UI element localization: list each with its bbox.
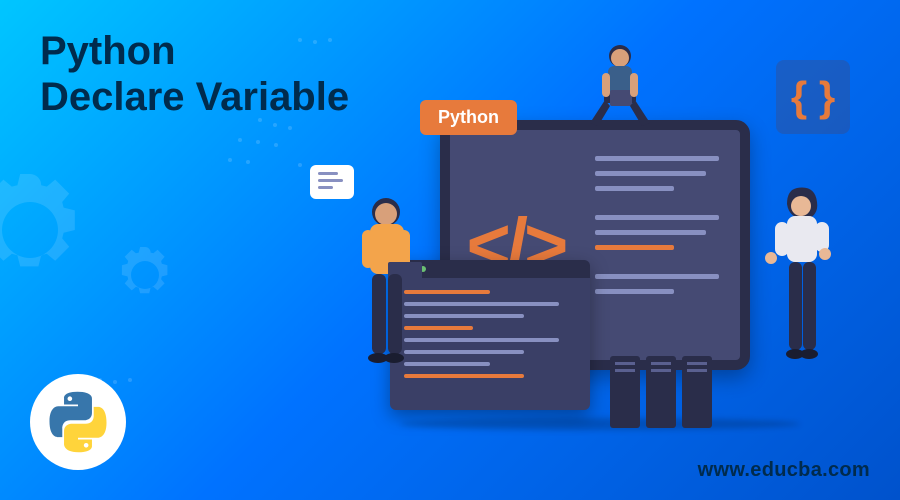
server-rack [610,356,712,428]
title-line-2: Declare Variable [40,74,349,120]
python-logo-icon [46,390,110,454]
braces-symbol: { } [791,73,835,121]
website-url: www.educba.com [698,459,870,482]
person-standing-left [330,190,450,430]
braces-decoration: { } [776,60,850,134]
hero-illustration: { } </> Python [320,50,860,450]
python-badge: Python [420,100,517,135]
background-gear-large [0,160,100,300]
speech-bubble [310,165,354,199]
person-standing-right [745,180,865,430]
background-gear-small [110,240,180,310]
title-line-1: Python [40,28,349,74]
ground-shadow [400,418,800,430]
page-title: Python Declare Variable [40,28,349,120]
person-sitting-top [570,38,670,158]
tablet-code-lines [581,130,740,360]
server-unit [646,356,676,428]
server-unit [682,356,712,428]
server-unit [610,356,640,428]
python-logo-badge [30,374,126,470]
